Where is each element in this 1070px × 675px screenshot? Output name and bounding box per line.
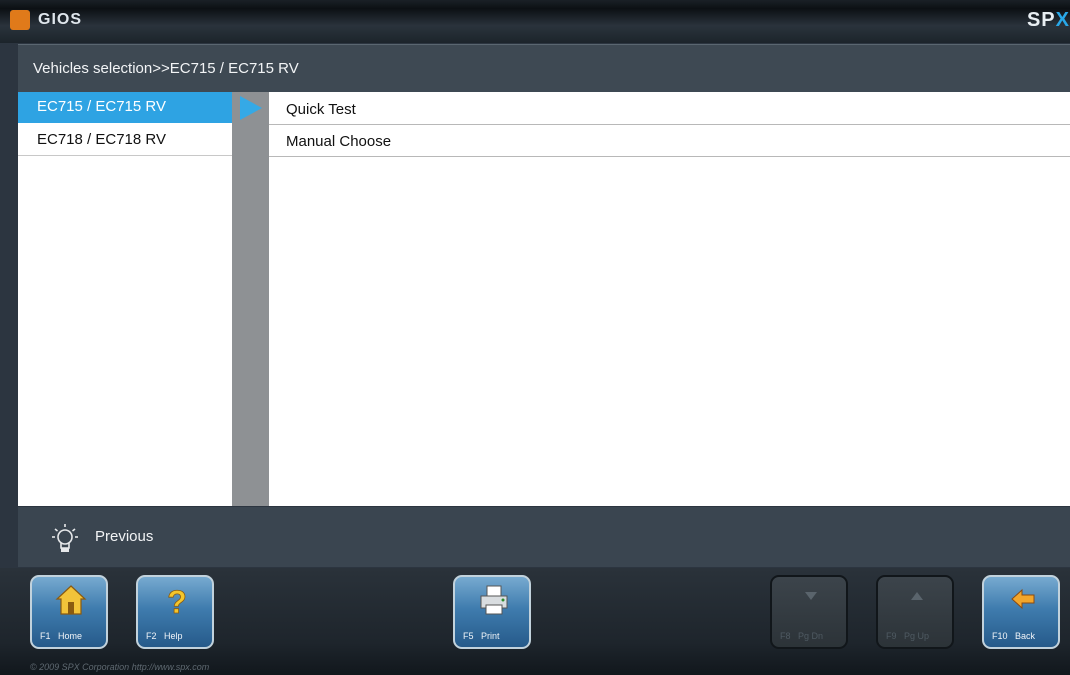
hint-bar: Previous bbox=[18, 507, 1070, 567]
app-logo-icon bbox=[10, 10, 30, 30]
vehicle-list: EC715 / EC715 RV EC718 / EC718 RV bbox=[18, 92, 232, 506]
f8-key: F8 bbox=[780, 631, 791, 641]
f5-label: Print bbox=[481, 631, 500, 641]
f5-print-button[interactable]: F5 Print bbox=[453, 575, 531, 649]
f5-key: F5 bbox=[463, 631, 474, 641]
list-divider bbox=[232, 92, 269, 506]
selection-arrow-icon bbox=[240, 96, 262, 120]
f2-help-button[interactable]: ? F2 Help bbox=[136, 575, 214, 649]
f10-label: Back bbox=[1015, 631, 1036, 641]
function-key-bar: F1 Home ? F2 Help F5 Print F8 Pg Dn F9 P… bbox=[0, 568, 1070, 675]
question-icon: ? bbox=[167, 584, 187, 617]
vehicle-item-ec718[interactable]: EC718 / EC718 RV bbox=[18, 125, 232, 156]
f2-label: Help bbox=[164, 631, 183, 641]
lightbulb-icon bbox=[52, 524, 78, 552]
f9-page-up-button[interactable]: F9 Pg Up bbox=[876, 575, 954, 649]
breadcrumb: Vehicles selection>>EC715 / EC715 RV bbox=[33, 60, 299, 77]
f9-key: F9 bbox=[886, 631, 897, 641]
copyright-text: © 2009 SPX Corporation http://www.spx.co… bbox=[30, 662, 210, 672]
title-bar: GIOS SPX bbox=[0, 0, 1070, 43]
home-icon bbox=[55, 585, 87, 615]
option-manual-choose[interactable]: Manual Choose bbox=[269, 126, 1070, 157]
app-title: GIOS bbox=[38, 11, 83, 28]
main-panel: EC715 / EC715 RV EC718 / EC718 RV Quick … bbox=[18, 92, 1070, 506]
f9-label: Pg Up bbox=[904, 631, 930, 641]
f8-page-down-button[interactable]: F8 Pg Dn bbox=[770, 575, 848, 649]
hint-text: Previous bbox=[95, 528, 154, 545]
arrow-down-icon bbox=[805, 592, 817, 600]
f1-label: Home bbox=[58, 631, 83, 641]
brand-logo-text: SP bbox=[1026, 9, 1056, 31]
svg-text:?: ? bbox=[167, 584, 187, 617]
option-quick-test[interactable]: Quick Test bbox=[269, 94, 1070, 125]
back-arrow-icon bbox=[1011, 588, 1035, 610]
brand-logo-x: X bbox=[1055, 9, 1070, 31]
f1-home-button[interactable]: F1 Home bbox=[30, 575, 108, 649]
breadcrumb-bar: Vehicles selection>>EC715 / EC715 RV bbox=[18, 44, 1070, 92]
vehicle-item-ec715[interactable]: EC715 / EC715 RV bbox=[18, 92, 232, 123]
arrow-up-icon bbox=[911, 592, 923, 600]
f2-key: F2 bbox=[146, 631, 157, 641]
f10-back-button[interactable]: F10 Back bbox=[982, 575, 1060, 649]
brand-logo: SPX bbox=[1027, 9, 1070, 32]
options-list: Quick Test Manual Choose bbox=[269, 92, 1070, 506]
printer-icon bbox=[480, 585, 508, 615]
f8-label: Pg Dn bbox=[798, 631, 824, 641]
f10-key: F10 bbox=[992, 631, 1008, 641]
f1-key: F1 bbox=[40, 631, 51, 641]
